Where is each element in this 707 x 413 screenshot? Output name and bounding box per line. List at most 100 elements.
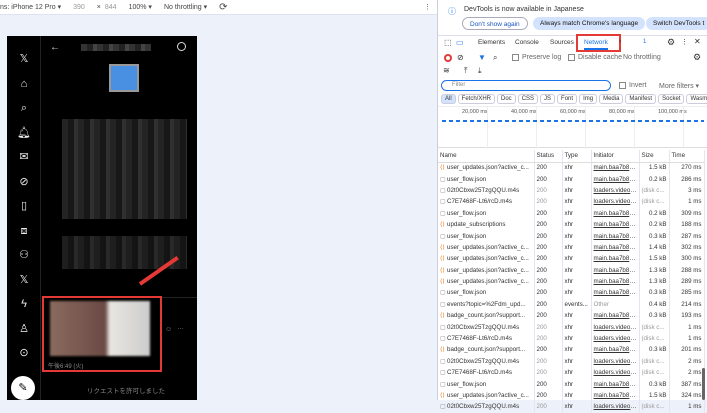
table-row[interactable]: ⟨⟩ update_subscriptions 200 xhr main.baa7b85… — [438, 218, 705, 231]
x-logo-icon[interactable]: 𝕏 — [16, 52, 32, 66]
table-row[interactable]: ▢user_flow.json 200 xhr main.baa7b85a.j 0.2 … — [438, 207, 705, 219]
settings-icon[interactable]: ⚙ — [667, 37, 675, 48]
network-settings-icon[interactable]: ⚙ — [693, 52, 701, 63]
type-filter-manifest[interactable]: Manifest — [625, 94, 657, 104]
column-time[interactable]: Time — [669, 150, 705, 163]
search-icon[interactable]: ⌕ — [16, 101, 32, 115]
network-conditions-icon[interactable]: ≋ — [443, 66, 450, 75]
type-filter-media[interactable]: Media — [599, 94, 624, 104]
request-initiator[interactable]: main.baa7b85a.j — [591, 207, 640, 219]
throttle-select[interactable]: No throttling ▾ — [164, 3, 207, 11]
dont-show-again-button[interactable]: Don't show again — [462, 17, 528, 30]
bookmark-icon[interactable]: ▯ — [16, 199, 32, 213]
request-initiator[interactable]: main.baa7b85a.j — [591, 173, 640, 185]
profile-icon[interactable]: ♙ — [16, 322, 32, 336]
search-icon[interactable]: ⌕ — [493, 53, 497, 63]
table-row[interactable]: ⟨⟩ user_updates.json?active_c... 200 xhr mai… — [438, 253, 705, 265]
table-row[interactable]: ⟨⟩ user_updates.json?active_c... 200 xhr mai… — [438, 264, 705, 276]
close-icon[interactable]: ✕ — [694, 37, 701, 46]
request-initiator[interactable]: main.baa7b85a.j — [591, 253, 640, 265]
issues-badge[interactable]: 1 — [643, 39, 646, 45]
request-initiator[interactable]: loaders.video.Pl — [591, 401, 640, 413]
throttling-select[interactable]: No throttling — [623, 54, 661, 61]
height-input[interactable]: 844 — [105, 4, 117, 11]
table-row[interactable]: ▢user_flow.json 200 xhr main.baa7b85a.j 0.3 … — [438, 230, 705, 242]
blurred-media[interactable] — [50, 301, 150, 356]
request-initiator[interactable]: main.baa7b85a.j — [591, 275, 640, 288]
request-initiator[interactable]: loaders.video.Pl — [591, 321, 640, 333]
table-row[interactable]: ▢C7E7468F-Lt6/rcD.m4s 200 xhr loaders.video… — [438, 367, 705, 379]
device-select[interactable]: ns: iPhone 12 Pro ▾ — [0, 3, 61, 11]
match-language-button[interactable]: Always match Chrome's language — [533, 17, 646, 30]
request-initiator[interactable]: main.baa7b85a.j — [591, 162, 640, 174]
table-row[interactable]: ▢user_flow.json 200 xhr main.baa7b85a.j 0.2 … — [438, 173, 705, 185]
table-row[interactable]: ▢02t0Cbxw25TzgQQU.m4s 200 xhr loaders.video… — [438, 355, 705, 368]
table-row[interactable]: ▢C7E7468F-Lt6/rcD.m4s 200 xhr loaders.video… — [438, 332, 705, 345]
filter-icon[interactable]: ▼ — [478, 53, 486, 62]
column-size[interactable]: Size — [639, 150, 670, 163]
column-type[interactable]: Type — [562, 150, 592, 163]
table-row[interactable]: ▢user_flow.json 200 xhr main.baa7b85a.j 0.3 … — [438, 378, 705, 390]
type-filter-socket[interactable]: Socket — [658, 94, 685, 104]
type-filter-doc[interactable]: Doc — [497, 94, 516, 104]
lightning-icon[interactable]: ϟ — [16, 297, 32, 311]
more-tabs-icon[interactable]: › — [619, 38, 621, 45]
compose-post-icon[interactable]: ✎ — [11, 376, 35, 400]
mail-icon[interactable]: ✉ — [16, 150, 32, 164]
switch-language-button[interactable]: Switch DevTools t — [646, 17, 707, 30]
table-row[interactable]: ⟨⟩ user_updates.json?active_c... 200 xhr mai… — [438, 389, 705, 402]
type-filter-fetchxhr[interactable]: Fetch/XHR — [457, 94, 496, 104]
type-filter-wasm[interactable]: Wasm — [686, 94, 707, 104]
preserve-log-checkbox[interactable] — [512, 54, 519, 61]
type-filter-css[interactable]: CSS — [517, 94, 539, 104]
table-row[interactable]: ⟨⟩ user_updates.json?active_c... 200 xhr mai… — [438, 162, 705, 174]
tab-elements[interactable]: Elements — [478, 39, 505, 46]
type-filter-all[interactable]: All — [441, 94, 456, 104]
request-initiator[interactable]: main.baa7b85a.j — [591, 241, 640, 254]
request-initiator[interactable]: main.baa7b85a.j — [591, 287, 640, 299]
table-row[interactable]: ⟨⟩ user_updates.json?active_c... 200 xhr mai… — [438, 275, 705, 288]
disable-cache-checkbox[interactable] — [568, 54, 575, 61]
request-initiator[interactable]: main.baa7b85a.j — [591, 218, 640, 231]
tab-console[interactable]: Console — [515, 39, 539, 46]
table-row[interactable]: ⟨⟩ user_updates.json?active_c... 200 xhr mai… — [438, 241, 705, 254]
request-initiator[interactable]: main.baa7b85a.j — [591, 230, 640, 242]
filter-input[interactable]: Filter — [441, 80, 611, 91]
export-har-icon[interactable]: ⤓ — [478, 66, 482, 76]
grok-icon[interactable]: ⊘ — [16, 175, 32, 189]
react-icon[interactable]: ☺ — [165, 326, 172, 333]
table-row[interactable]: ▢user_flow.json 200 xhr main.baa7b85a.j 0.3 … — [438, 287, 705, 299]
request-initiator[interactable]: loaders.video.Pl — [591, 184, 640, 197]
request-initiator[interactable]: main.baa7b85a.j — [591, 378, 640, 390]
request-initiator[interactable]: main.baa7b85a.j — [591, 344, 640, 356]
record-icon[interactable] — [444, 54, 452, 62]
request-initiator[interactable]: loaders.video.Pl — [591, 196, 640, 208]
more-icon[interactable]: ⋮ — [424, 3, 431, 11]
invert-checkbox[interactable] — [619, 82, 626, 89]
request-initiator[interactable]: loaders.video.Pl — [591, 367, 640, 379]
inspect-icon[interactable]: ⬚ — [444, 38, 452, 47]
timeline-overview[interactable]: 20,000 ms 40,000 ms 60,000 ms 80,000 ms 100,… — [438, 106, 707, 149]
width-input[interactable]: 390 — [73, 4, 85, 11]
home-icon[interactable]: ⌂ — [16, 77, 32, 91]
request-initiator[interactable]: main.baa7b85a.j — [591, 310, 640, 322]
briefcase-icon[interactable]: ⧈ — [16, 224, 32, 238]
clear-icon[interactable]: ⊘ — [457, 53, 464, 62]
request-initiator[interactable]: loaders.video.Pl — [591, 332, 640, 345]
communities-icon[interactable]: ⚇ — [16, 248, 32, 262]
table-row[interactable]: ▢events?topic=%2Fdm_upd... 200 events... Ot… — [438, 298, 705, 311]
column-status[interactable]: Status — [534, 150, 563, 163]
type-filter-font[interactable]: Font — [557, 94, 578, 104]
request-initiator[interactable]: loaders.video.Pl — [591, 355, 640, 368]
device-toggle-icon[interactable]: ▭ — [456, 38, 464, 47]
more-filters-button[interactable]: More filters ▾ — [659, 82, 699, 90]
scrollbar[interactable] — [702, 368, 705, 400]
more-icon[interactable]: ⊙ — [16, 346, 32, 360]
table-row[interactable]: ⟨⟩ badge_count.json?support... 200 xhr main.… — [438, 310, 705, 322]
zoom-select[interactable]: 100% ▾ — [129, 3, 152, 11]
table-row[interactable]: ▢02t0Cbxw25TzgQQU.m4s 200 xhr loaders.video… — [438, 401, 705, 413]
import-har-icon[interactable]: ⤒ — [464, 66, 468, 76]
type-filter-img[interactable]: Img — [579, 94, 598, 104]
tab-network[interactable]: Network — [584, 39, 608, 50]
message-more-icon[interactable]: … — [177, 324, 184, 331]
